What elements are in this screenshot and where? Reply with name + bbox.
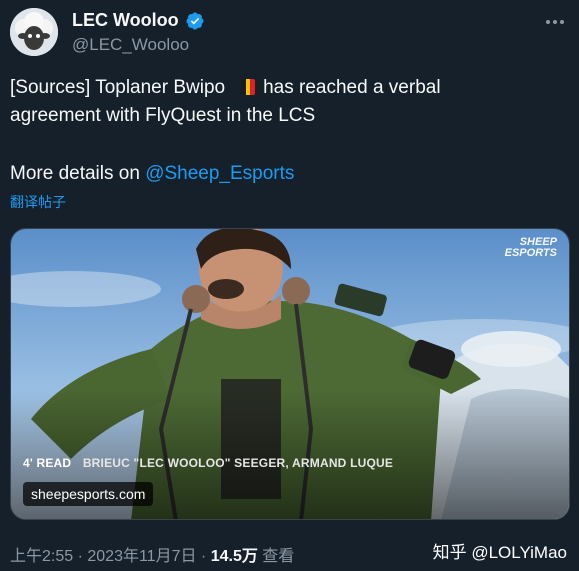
dot-icon [553,20,557,24]
tweet-time[interactable]: 上午2:55 [10,548,73,565]
view-count: 14.5万 [210,548,258,565]
mention-link[interactable]: @Sheep_Esports [145,163,294,184]
card-byline: 4' READ BRIEUC "LEC WOOLOO" SEEGER, ARMA… [23,456,393,470]
view-label: 查看 [257,548,295,565]
tweet-meta: 上午2:55 · 2023年11月7日 · 14.5万 查看 [10,542,294,566]
belgium-flag-icon [241,79,256,95]
tweet-text-part: has reached a verbal [263,77,441,98]
translate-post-link[interactable]: 翻译帖子 [10,192,66,212]
zhihu-watermark: 知乎 @LOLYiMao [432,543,567,562]
card-authors: BRIEUC "LEC WOOLOO" SEEGER, ARMAND LUQUE [82,456,394,470]
read-time: 4' READ [23,456,72,470]
card-brand-logo: SHEEP ESPORTS [505,237,557,259]
tweet-line-3: More details on @Sheep_Esports [10,160,570,188]
card-domain: sheepesports.com [23,482,154,506]
tweet-text: [Sources] Toplaner Bwipo has reached a ve… [10,74,570,188]
dot-icon [546,20,550,24]
tweet-line-2: agreement with FlyQuest in the LCS [10,105,316,126]
display-name[interactable]: LEC Wooloo [72,10,179,31]
separator: · [196,548,211,565]
author-name-row[interactable]: LEC Wooloo [72,10,205,31]
brand-line-2: ESPORTS [504,247,557,259]
tweet-text-part: More details on [10,163,146,184]
tweet-date[interactable]: 2023年11月7日 [87,548,196,565]
avatar[interactable] [10,8,58,56]
link-card[interactable]: SHEEP ESPORTS 4' READ BRIEUC "LEC WOOLOO… [10,228,570,520]
tweet-text-part: [Sources] Toplaner Bwipo [10,77,226,98]
tweet-line-1: [Sources] Toplaner Bwipo has reached a ve… [10,74,570,102]
separator: · [73,548,88,565]
verified-badge-icon [186,11,204,30]
card-image [11,229,569,519]
sheep-avatar-icon [10,8,58,56]
dot-icon [560,20,564,24]
author-handle[interactable]: @LEC_Wooloo [72,35,189,55]
more-options-button[interactable] [543,12,567,32]
